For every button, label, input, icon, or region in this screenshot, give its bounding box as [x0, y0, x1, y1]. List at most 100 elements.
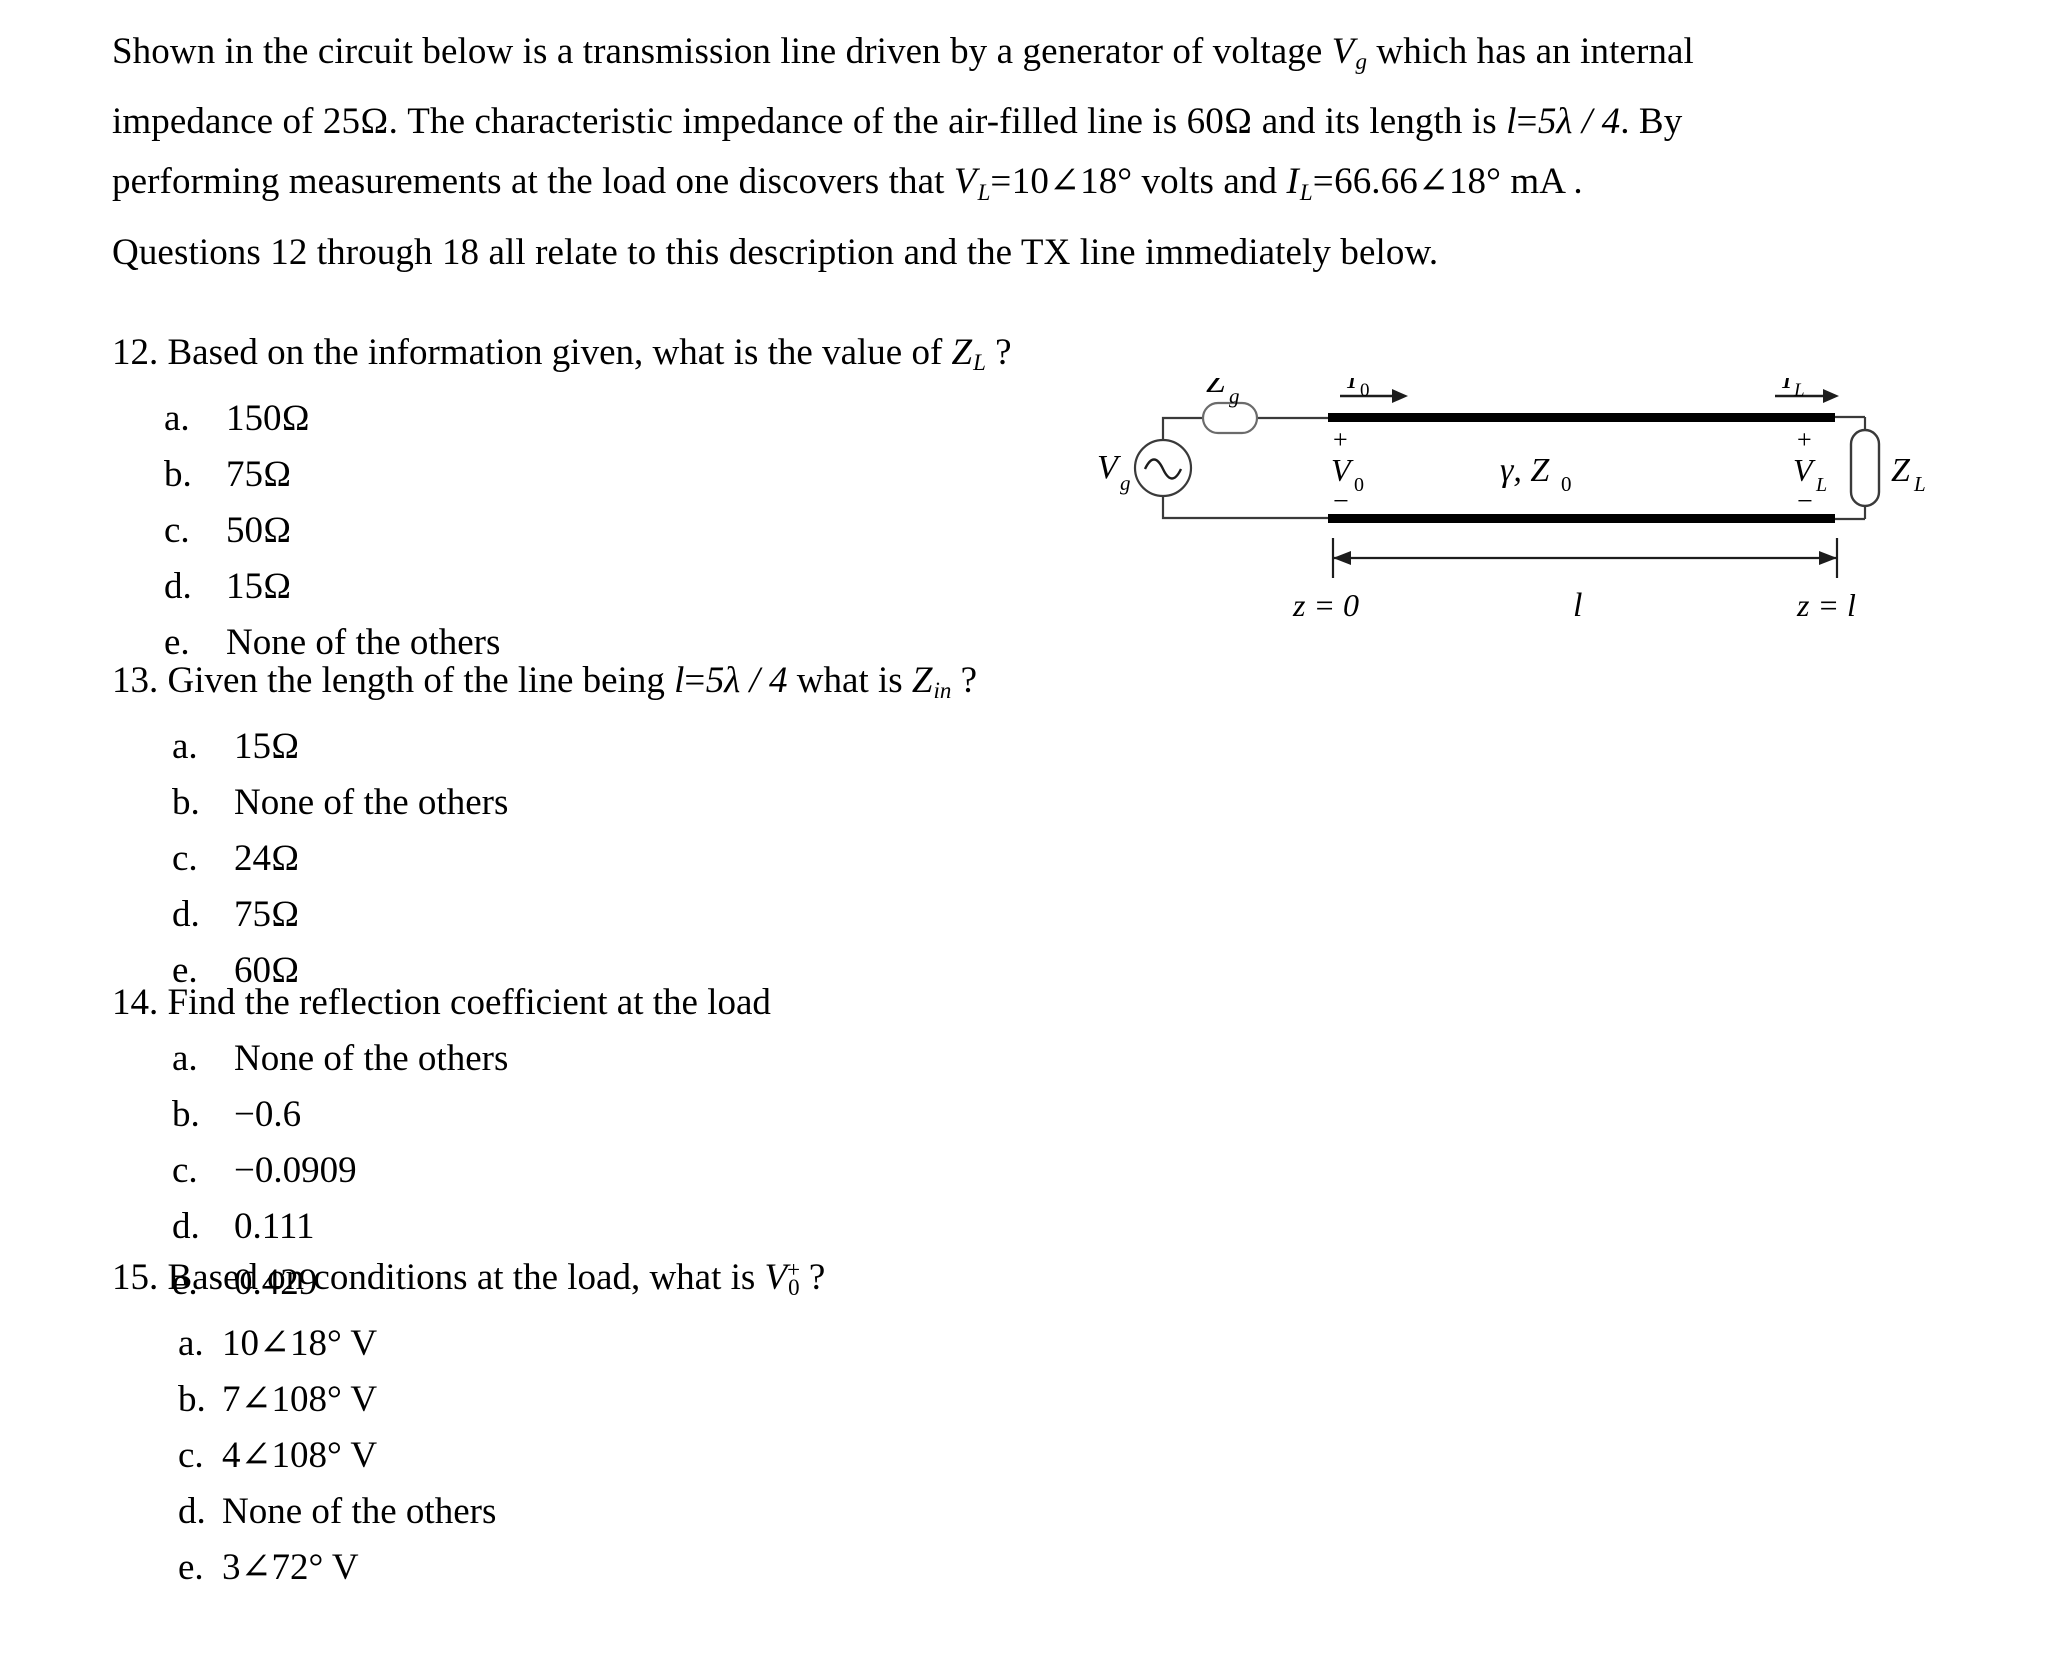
question-14-number: 14. [112, 982, 159, 1023]
choice-12-b[interactable]: b. 75Ω [164, 447, 1212, 503]
choice-13-b[interactable]: b. None of the others [172, 775, 1212, 831]
load-impedance-subscript: L [973, 350, 986, 376]
forward-voltage-subscript: 0 [788, 1275, 800, 1301]
figure-label-input-voltage: V [1331, 452, 1354, 488]
choice-14-a-label: a. [172, 1038, 198, 1079]
figure-label-load-impedance: Z [1891, 452, 1911, 489]
choice-13-d-label: d. [172, 894, 200, 936]
figure-label-length: l [1573, 587, 1582, 624]
figure-label-source-voltage-sub: g [1120, 471, 1131, 495]
intro-line-2-text-d: . By [1620, 101, 1683, 143]
choice-14-a[interactable]: a. None of the others [172, 1031, 1212, 1087]
load-voltage-unit: volts and [1132, 161, 1287, 203]
load-voltage-subscript: L [977, 179, 991, 205]
choice-15-a[interactable]: a. 10∠18° V [178, 1316, 1212, 1372]
line-length-symbol-q13: l [674, 660, 685, 701]
choice-12-d[interactable]: d. 15Ω [164, 559, 1212, 615]
choice-12-c-label: c. [164, 510, 190, 552]
transmission-line-figure: V g Z g I 0 + V 0 − γ, Z 0 I L + V L − Z… [1075, 378, 1955, 648]
figure-label-propagation-constant: γ, Z [1500, 452, 1550, 489]
intro-line-1-text-a: Shown in the circuit below is a transmis… [112, 31, 1332, 72]
choice-14-c-label: c. [172, 1150, 198, 1191]
intro-line-2-text-a: impedance of [112, 101, 323, 143]
question-12: 12. Based on the information given, what… [112, 325, 1212, 671]
choice-14-a-text: None of the others [234, 1038, 509, 1079]
input-impedance-subscript: in [933, 678, 952, 704]
choice-15-a-label: a. [178, 1323, 204, 1365]
figure-label-input-plus: + [1333, 425, 1348, 454]
choice-15-d-text: None of the others [222, 1491, 497, 1533]
line-length-symbol: l [1506, 101, 1517, 143]
choice-14-c[interactable]: c. −0.0909 [172, 1143, 1212, 1199]
internal-impedance-value: 25Ω [322, 101, 389, 143]
load-voltage-equals: = [990, 161, 1012, 203]
question-13-choices: a. 15Ω b. None of the others c. 24Ω d. 7… [112, 719, 1212, 999]
intro-line-1: Shown in the circuit below is a transmis… [112, 22, 1902, 92]
intro-line-2-text-b: . The characteristic impedance of the ai… [388, 101, 1187, 143]
choice-14-b-text: −0.6 [234, 1094, 302, 1135]
question-12-stem-text-a: Based on the information given, what is … [167, 332, 952, 373]
generator-voltage-subscript: g [1355, 49, 1368, 75]
figure-label-characteristic-impedance-sub: 0 [1561, 472, 1572, 496]
load-voltage-symbol: V [953, 161, 977, 203]
choice-12-b-label: b. [164, 454, 192, 496]
choice-12-a[interactable]: a. 150Ω [164, 391, 1212, 447]
line-length-value: 5λ / 4 [1537, 101, 1621, 143]
choice-14-c-text: −0.0909 [234, 1150, 357, 1191]
question-14-stem: 14. Find the reflection coefficient at t… [112, 975, 1212, 1031]
choice-12-a-text: 150Ω [226, 398, 310, 440]
load-current-subscript: L [1299, 179, 1313, 205]
question-13-number: 13. [112, 660, 159, 701]
question-15: 15. Based on conditions at the load, wha… [112, 1242, 1212, 1596]
figure-label-series-impedance-sub: g [1229, 384, 1240, 408]
load-current-symbol: I [1286, 161, 1299, 203]
choice-15-b[interactable]: b. 7∠108° V [178, 1372, 1212, 1428]
figure-label-load-plus: + [1797, 425, 1812, 454]
figure-label-input-current: I [1346, 378, 1359, 395]
question-15-number: 15. [112, 1256, 159, 1298]
choice-14-b[interactable]: b. −0.6 [172, 1087, 1212, 1143]
choice-15-c[interactable]: c. 4∠108° V [178, 1428, 1212, 1484]
question-15-stem-text-a: Based on conditions at the load, what is [167, 1256, 765, 1298]
question-14-stem-text-a: Find the reflection coefficient at the l… [167, 982, 771, 1023]
figure-label-load-voltage: V [1793, 452, 1816, 488]
intro-line-1-text-b: which has an internal [1367, 31, 1694, 72]
transmission-line-conductors [1328, 413, 1835, 523]
choice-13-d[interactable]: d. 75Ω [172, 887, 1212, 943]
choice-15-a-text: 10∠18° V [222, 1323, 378, 1365]
question-12-choices: a. 150Ω b. 75Ω c. 50Ω d. 15Ω e. None of … [112, 391, 1212, 671]
choice-15-b-label: b. [178, 1379, 206, 1421]
load-impedance-icon [1835, 415, 1881, 521]
figure-label-load-impedance-sub: L [1913, 472, 1926, 496]
choice-12-c[interactable]: c. 50Ω [164, 503, 1212, 559]
choice-15-d-label: d. [178, 1491, 206, 1533]
question-13-stem-text-a: Given the length of the line being [167, 660, 675, 701]
characteristic-impedance-value: 60Ω [1186, 101, 1253, 143]
load-current-unit: mA . [1501, 161, 1583, 203]
forward-voltage-symbol: V [764, 1256, 788, 1298]
choice-15-e-text: 3∠72° V [222, 1547, 359, 1589]
choice-14-b-label: b. [172, 1094, 200, 1135]
figure-label-load-minus: − [1797, 486, 1813, 517]
choice-12-b-text: 75Ω [226, 454, 292, 496]
intro-line-3: performing measurements at the load one … [112, 152, 1902, 222]
load-impedance-symbol: Z [951, 332, 973, 373]
generator-voltage-symbol: V [1331, 31, 1355, 72]
line-length-value-q13: 5λ / 4 [705, 660, 788, 701]
question-15-stem: 15. Based on conditions at the load, wha… [112, 1242, 1212, 1316]
choice-13-a-label: a. [172, 726, 198, 768]
input-impedance-symbol: Z [911, 660, 933, 701]
choice-13-c[interactable]: c. 24Ω [172, 831, 1212, 887]
choice-15-d[interactable]: d. None of the others [178, 1484, 1212, 1540]
problem-intro: Shown in the circuit below is a transmis… [112, 22, 1902, 283]
question-15-choices: a. 10∠18° V b. 7∠108° V c. 4∠108° V d. N… [112, 1316, 1212, 1596]
choice-12-d-text: 15Ω [226, 566, 292, 608]
load-voltage-value: 10∠18° [1011, 161, 1133, 203]
figure-label-load-current: I [1781, 378, 1794, 395]
choice-12-c-text: 50Ω [226, 510, 292, 552]
choice-15-c-label: c. [178, 1435, 204, 1477]
load-current-value: 66.66∠18° [1334, 161, 1502, 203]
question-13-stem-text-b: ? [951, 660, 978, 701]
choice-13-a[interactable]: a. 15Ω [172, 719, 1212, 775]
choice-15-e[interactable]: e. 3∠72° V [178, 1540, 1212, 1596]
